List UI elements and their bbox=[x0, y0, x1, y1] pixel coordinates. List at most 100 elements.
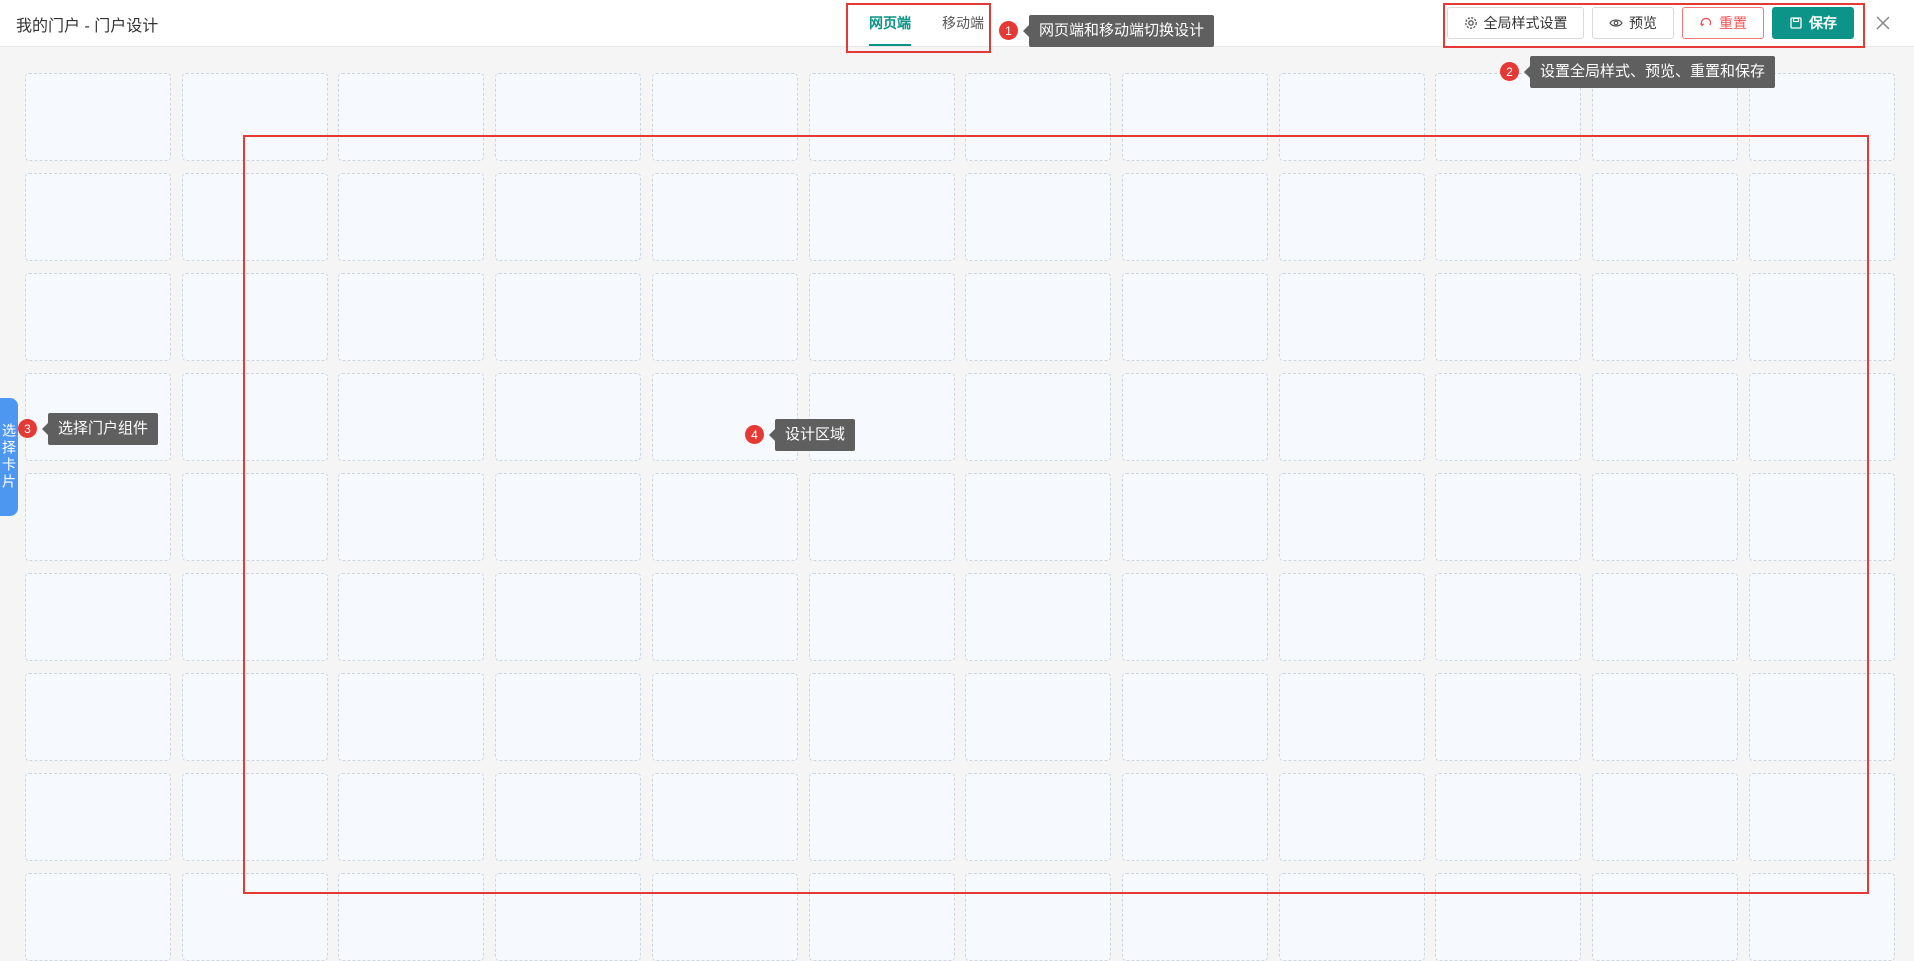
grid-cell bbox=[495, 373, 642, 461]
grid-cell bbox=[338, 173, 485, 261]
grid-cell bbox=[1435, 673, 1582, 761]
grid-cell bbox=[965, 73, 1112, 161]
grid-cell bbox=[495, 73, 642, 161]
page-title: 我的门户 - 门户设计 bbox=[16, 18, 159, 35]
grid-cell bbox=[808, 273, 955, 361]
grid-cell bbox=[1121, 673, 1268, 761]
grid-cell bbox=[651, 473, 798, 561]
grid-cell bbox=[1748, 373, 1895, 461]
grid-cell bbox=[181, 473, 328, 561]
grid-cell bbox=[808, 473, 955, 561]
grid-cell bbox=[1592, 273, 1738, 361]
annotation-tip-3: 选择门户组件 bbox=[41, 413, 159, 445]
grid-cell bbox=[1278, 373, 1425, 461]
grid-cell bbox=[1435, 173, 1582, 261]
grid-cell bbox=[495, 673, 642, 761]
refresh-icon bbox=[1699, 16, 1713, 30]
grid-cell bbox=[1121, 773, 1268, 861]
grid-cell bbox=[25, 673, 171, 761]
grid-cell bbox=[1592, 473, 1738, 561]
grid-cell bbox=[1435, 273, 1582, 361]
grid-cell bbox=[651, 573, 798, 661]
grid-cell bbox=[25, 273, 171, 361]
annotation-badge-3: 3 bbox=[18, 419, 37, 438]
grid-cell bbox=[1592, 573, 1738, 661]
grid-cell bbox=[1748, 573, 1895, 661]
save-button[interactable]: 保存 bbox=[1772, 7, 1854, 39]
grid-cell bbox=[965, 173, 1112, 261]
grid-cell bbox=[651, 73, 798, 161]
global-style-label: 全局样式设置 bbox=[1483, 15, 1568, 31]
grid-cell bbox=[181, 773, 328, 861]
grid-cell bbox=[25, 173, 171, 261]
grid-cell bbox=[1278, 673, 1425, 761]
grid-cell bbox=[965, 473, 1112, 561]
grid-cell bbox=[965, 773, 1112, 861]
grid-cell bbox=[1592, 773, 1738, 861]
preview-label: 预览 bbox=[1629, 15, 1657, 31]
grid-cell bbox=[1278, 73, 1425, 161]
grid-cell bbox=[808, 173, 955, 261]
save-label: 保存 bbox=[1809, 15, 1837, 31]
grid-cell bbox=[1748, 473, 1895, 561]
grid-cell bbox=[25, 73, 171, 161]
annotation-tip-1: 网页端和移动端切换设计 bbox=[1022, 15, 1215, 47]
grid-cell bbox=[338, 373, 485, 461]
global-style-button[interactable]: 全局样式设置 bbox=[1447, 7, 1584, 39]
preview-button[interactable]: 预览 bbox=[1592, 7, 1674, 39]
grid-cell bbox=[1278, 573, 1425, 661]
grid-cell bbox=[1278, 273, 1425, 361]
active-tab-indicator bbox=[869, 44, 911, 46]
grid-cell bbox=[808, 673, 955, 761]
grid-cell bbox=[1748, 273, 1895, 361]
grid-cell bbox=[181, 73, 328, 161]
grid-cell bbox=[181, 373, 328, 461]
grid-cell bbox=[651, 673, 798, 761]
grid-cell bbox=[1278, 773, 1425, 861]
grid-cell bbox=[1748, 773, 1895, 861]
grid-cell bbox=[495, 273, 642, 361]
annotation-tip-2: 设置全局样式、预览、重置和保存 bbox=[1523, 56, 1776, 88]
grid-cell bbox=[651, 773, 798, 861]
save-icon bbox=[1789, 16, 1803, 30]
grid-cell bbox=[338, 273, 485, 361]
annotation-badge-4: 4 bbox=[745, 425, 764, 444]
grid-cell bbox=[338, 73, 485, 161]
reset-button[interactable]: 重置 bbox=[1682, 7, 1764, 39]
grid-cell bbox=[338, 473, 485, 561]
grid-cell bbox=[495, 573, 642, 661]
grid-cell bbox=[1121, 573, 1268, 661]
grid-cell bbox=[965, 373, 1112, 461]
grid-cell bbox=[1121, 373, 1268, 461]
grid-cell bbox=[25, 473, 171, 561]
eye-icon bbox=[1609, 16, 1623, 30]
tab-web[interactable]: 网页端 bbox=[869, 13, 911, 33]
grid-cell bbox=[1435, 573, 1582, 661]
grid-cell bbox=[25, 773, 171, 861]
grid-cell bbox=[495, 173, 642, 261]
annotation-badge-2: 2 bbox=[1500, 62, 1519, 81]
annotation-tip-4: 设计区域 bbox=[768, 419, 856, 451]
close-icon[interactable] bbox=[1874, 14, 1892, 32]
pick-card-tab[interactable]: 选择卡片 bbox=[0, 398, 18, 516]
grid-cell bbox=[1435, 373, 1582, 461]
design-canvas[interactable] bbox=[0, 48, 1914, 961]
grid-cell bbox=[181, 273, 328, 361]
grid-cell bbox=[965, 673, 1112, 761]
grid-cell bbox=[1748, 173, 1895, 261]
grid-cell bbox=[495, 473, 642, 561]
top-toolbar: 我的门户 - 门户设计 网页端 移动端 全局样式设置 预览 重置 保存 bbox=[0, 0, 1914, 47]
grid-cell bbox=[1278, 473, 1425, 561]
grid-cell bbox=[338, 773, 485, 861]
grid-cell bbox=[808, 573, 955, 661]
grid-cell bbox=[181, 673, 328, 761]
grid-cell bbox=[808, 73, 955, 161]
grid-cell bbox=[181, 573, 328, 661]
annotation-badge-1: 1 bbox=[999, 21, 1018, 40]
tab-mobile[interactable]: 移动端 bbox=[942, 13, 984, 33]
grid-cell bbox=[1592, 673, 1738, 761]
grid-cell bbox=[1435, 473, 1582, 561]
grid-cell bbox=[1121, 473, 1268, 561]
grid-cell bbox=[1121, 73, 1268, 161]
grid-cell bbox=[1592, 373, 1738, 461]
